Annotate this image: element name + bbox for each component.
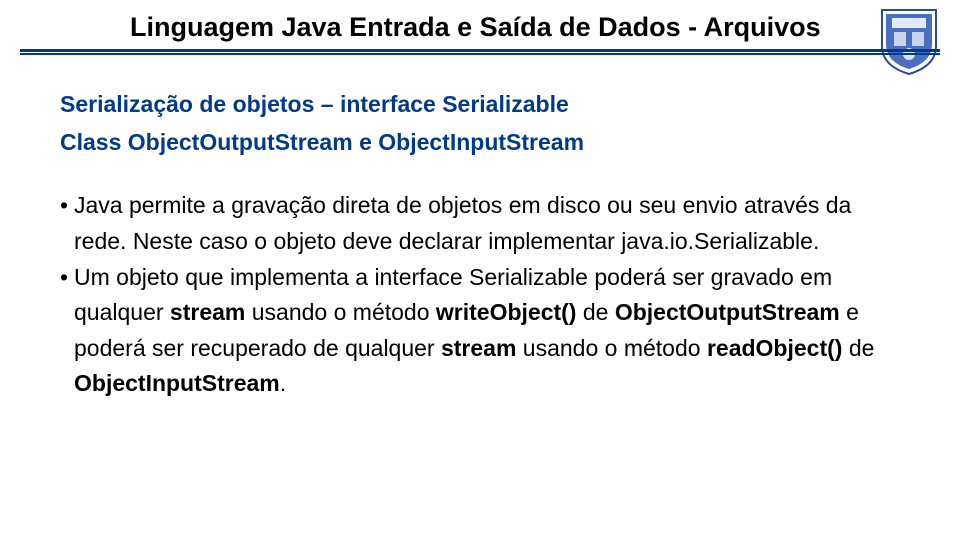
b2-stream2: stream (441, 335, 516, 361)
institution-logo (878, 4, 940, 76)
b2-mid2: de (576, 299, 614, 325)
content-area: Serialização de objetos – interface Seri… (0, 57, 960, 402)
bullet-2: • Um objeto que implementa a interface S… (60, 260, 900, 403)
subtitle-prefix: Class (60, 129, 128, 155)
subtitle-line1: Serialização de objetos – interface Seri… (60, 87, 900, 123)
class-b: ObjectInputStream (378, 129, 584, 155)
b2-class2: ObjectInputStream (74, 370, 280, 396)
header-row: Linguagem Java Entrada e Saída de Dados … (0, 0, 960, 43)
subtitle-line2: Class ObjectOutputStream e ObjectInputSt… (60, 125, 900, 161)
b2-method2: readObject() (707, 335, 842, 361)
b2-end: . (280, 370, 286, 396)
bullet-dot-icon: • (60, 188, 74, 224)
bullet-1-text: Java permite a gravação direta de objeto… (74, 188, 900, 259)
header-divider (20, 49, 940, 57)
bullet-dot-icon: • (60, 260, 74, 296)
b2-mid5: de (842, 335, 874, 361)
shield-icon (878, 4, 940, 76)
subtitle-mid: e (353, 129, 379, 155)
b1-code: java.io.Serializable. (621, 228, 819, 254)
slide: Linguagem Java Entrada e Saída de Dados … (0, 0, 960, 556)
bullet-1: • Java permite a gravação direta de obje… (60, 188, 900, 259)
b2-mid1: usando o método (245, 299, 436, 325)
b2-mid4: usando o método (516, 335, 707, 361)
page-title: Linguagem Java Entrada e Saída de Dados … (20, 8, 940, 43)
class-a: ObjectOutputStream (128, 129, 353, 155)
b2-stream1: stream (170, 299, 245, 325)
b2-class1: ObjectOutputStream (615, 299, 840, 325)
b2-method1: writeObject() (436, 299, 577, 325)
bullet-2-text: Um objeto que implementa a interface Ser… (74, 260, 900, 403)
